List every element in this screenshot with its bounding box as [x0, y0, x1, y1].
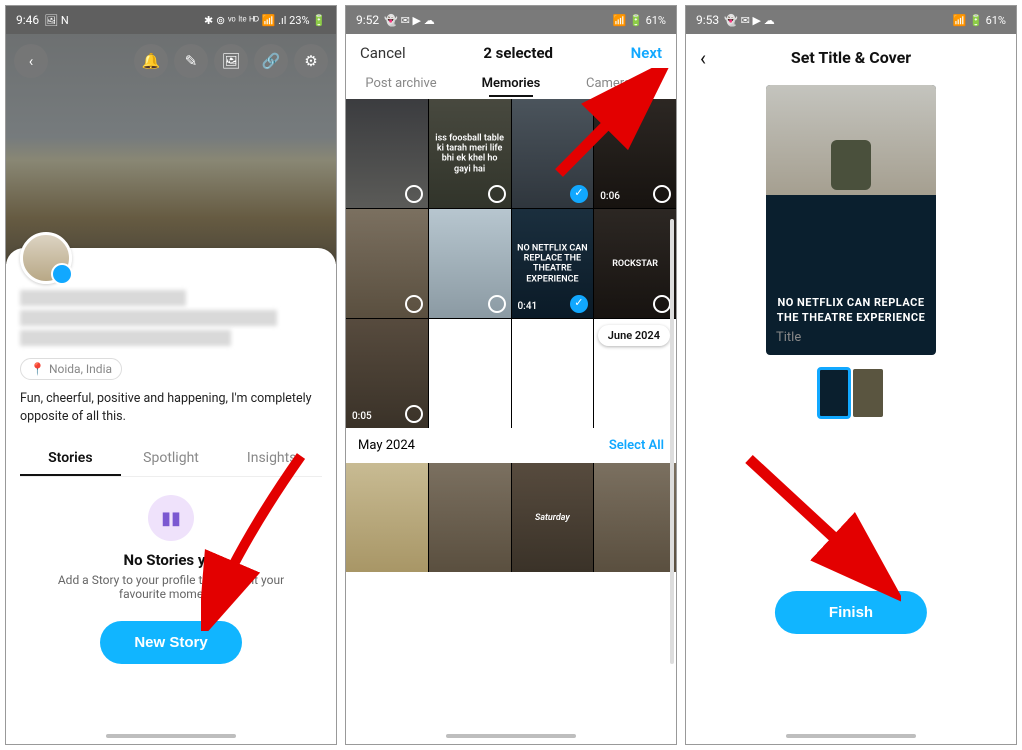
cover-thumbnails: [819, 369, 883, 417]
status-left-icons: 👻 ✉ ▶ ☁: [724, 14, 775, 27]
cover-caption: NO NETFLIX CAN REPLACE THE THEATRE EXPER…: [769, 296, 934, 325]
media-cell[interactable]: [429, 463, 511, 572]
media-cell-empty: [429, 319, 511, 428]
avatar[interactable]: [20, 232, 72, 284]
profile-card: 📍 Noida, India Fun, cheerful, positive a…: [6, 248, 336, 744]
media-cell[interactable]: Saturday: [512, 463, 594, 572]
profile-cover-image: ‹ 🔔 ✎ 🖼 🔗 ⚙: [6, 34, 336, 264]
cover-image-figure: [831, 140, 871, 190]
cover-thumb[interactable]: [819, 369, 849, 417]
month-header: May 2024 Select All: [346, 428, 676, 463]
media-cell[interactable]: [594, 463, 676, 572]
profile-tabs: Stories Spotlight Insights: [20, 442, 322, 477]
back-button[interactable]: ‹: [14, 44, 48, 78]
back-button[interactable]: ‹: [700, 46, 706, 70]
cover-thumb[interactable]: [853, 369, 883, 417]
status-right-icons: ✱ ⊚ ᵛᵒ ˡᵗᵉ ᴴᴰ 📶 .ıl 23% 🔋: [204, 14, 326, 27]
tab-stories[interactable]: Stories: [20, 442, 121, 476]
tab-insights[interactable]: Insights: [221, 442, 322, 476]
month-label: May 2024: [358, 438, 415, 453]
media-cell[interactable]: iss foosball table ki tarah meri life bh…: [429, 99, 511, 208]
status-time: 9:53: [696, 13, 719, 27]
title-cover-header: ‹ Set Title & Cover: [686, 34, 1016, 81]
location-pin-icon: 📍: [30, 362, 45, 376]
status-left-icons: 🖼 N: [44, 14, 69, 27]
share-icon: 🔗: [262, 52, 281, 70]
status-bar: 9:46 🖼 N ✱ ⊚ ᵛᵒ ˡᵗᵉ ᴴᴰ 📶 .ıl 23% 🔋: [6, 6, 336, 34]
select-all-button[interactable]: Select All: [609, 438, 664, 453]
stories-empty-icon: ▮▮: [148, 495, 194, 541]
empty-state: ▮▮ No Stories yet Add a Story to your pr…: [20, 477, 322, 664]
pencil-icon: ✎: [185, 52, 198, 70]
title-input[interactable]: Title: [766, 330, 811, 355]
selection-count-title: 2 selected: [483, 44, 553, 62]
media-cell-empty: June 2024: [594, 319, 676, 428]
gear-icon: ⚙: [304, 52, 317, 70]
media-cell[interactable]: [346, 99, 428, 208]
home-indicator: [446, 734, 576, 738]
date-scrubber-chip[interactable]: June 2024: [598, 325, 670, 346]
media-cell[interactable]: 0:06: [594, 99, 676, 208]
bio-text: Fun, cheerful, positive and happening, I…: [20, 390, 322, 426]
media-cell[interactable]: [429, 209, 511, 318]
status-right-icons: 📶 🔋 61%: [613, 14, 666, 27]
media-cell[interactable]: NO NETFLIX CAN REPLACE THE THEATRE EXPER…: [512, 209, 594, 318]
media-cell[interactable]: ROCKSTAR: [594, 209, 676, 318]
status-right-icons: 📶 🔋 61%: [953, 14, 1006, 27]
phone-profile-screen: 9:46 🖼 N ✱ ⊚ ᵛᵒ ˡᵗᵉ ᴴᴰ 📶 .ıl 23% 🔋 ‹ 🔔 ✎…: [5, 5, 337, 745]
status-time: 9:46: [16, 13, 39, 27]
name-area-redacted: [20, 290, 322, 346]
status-bar: 9:53 👻 ✉ ▶ ☁ 📶 🔋 61%: [686, 6, 1016, 34]
notifications-button[interactable]: 🔔: [134, 44, 168, 78]
cover-preview[interactable]: NO NETFLIX CAN REPLACE THE THEATRE EXPER…: [766, 85, 936, 355]
status-left-icons: 👻 ✉ ▶ ☁: [384, 14, 435, 27]
share-button[interactable]: 🔗: [254, 44, 288, 78]
media-button[interactable]: 🖼: [214, 44, 248, 78]
picker-header: Cancel 2 selected Next: [346, 34, 676, 72]
finish-button[interactable]: Finish: [775, 591, 927, 634]
media-cell[interactable]: 0:05: [346, 319, 428, 428]
phone-picker-screen: 9:52 👻 ✉ ▶ ☁ 📶 🔋 61% Cancel 2 selected N…: [345, 5, 677, 745]
edit-button[interactable]: ✎: [174, 44, 208, 78]
media-cell-empty: [512, 319, 594, 428]
tab-spotlight[interactable]: Spotlight: [121, 442, 222, 476]
media-grid-scroll[interactable]: iss foosball table ki tarah meri life bh…: [346, 99, 676, 744]
selected-check-icon: [570, 295, 588, 313]
location-text: Noida, India: [49, 362, 112, 376]
next-button[interactable]: Next: [631, 44, 662, 62]
bell-icon: 🔔: [142, 52, 161, 70]
selected-check-icon: [570, 185, 588, 203]
tab-post-archive[interactable]: Post archive: [346, 76, 456, 91]
location-chip[interactable]: 📍 Noida, India: [20, 358, 122, 380]
home-indicator: [786, 734, 916, 738]
source-tabs: Post archive Memories Camera Roll: [346, 72, 676, 99]
media-cell[interactable]: [512, 99, 594, 208]
settings-button[interactable]: ⚙: [294, 44, 328, 78]
status-time: 9:52: [356, 13, 379, 27]
home-indicator: [106, 734, 236, 738]
page-title: Set Title & Cover: [791, 48, 911, 67]
empty-subtitle: Add a Story to your profile to highlight…: [36, 573, 306, 601]
media-cell[interactable]: [346, 209, 428, 318]
status-bar: 9:52 👻 ✉ ▶ ☁ 📶 🔋 61%: [346, 6, 676, 34]
media-cell[interactable]: [346, 463, 428, 572]
red-arrow-annotation: [741, 451, 901, 606]
new-story-button[interactable]: New Story: [100, 621, 241, 664]
scrubber-track[interactable]: [670, 219, 674, 664]
cancel-button[interactable]: Cancel: [360, 44, 406, 62]
phone-title-cover-screen: 9:53 👻 ✉ ▶ ☁ 📶 🔋 61% ‹ Set Title & Cover…: [685, 5, 1017, 745]
tab-camera-roll[interactable]: Camera Roll: [566, 76, 676, 91]
empty-title: No Stories yet: [36, 551, 306, 569]
tab-memories[interactable]: Memories: [456, 76, 566, 91]
photo-icon: 🖼: [221, 52, 240, 70]
